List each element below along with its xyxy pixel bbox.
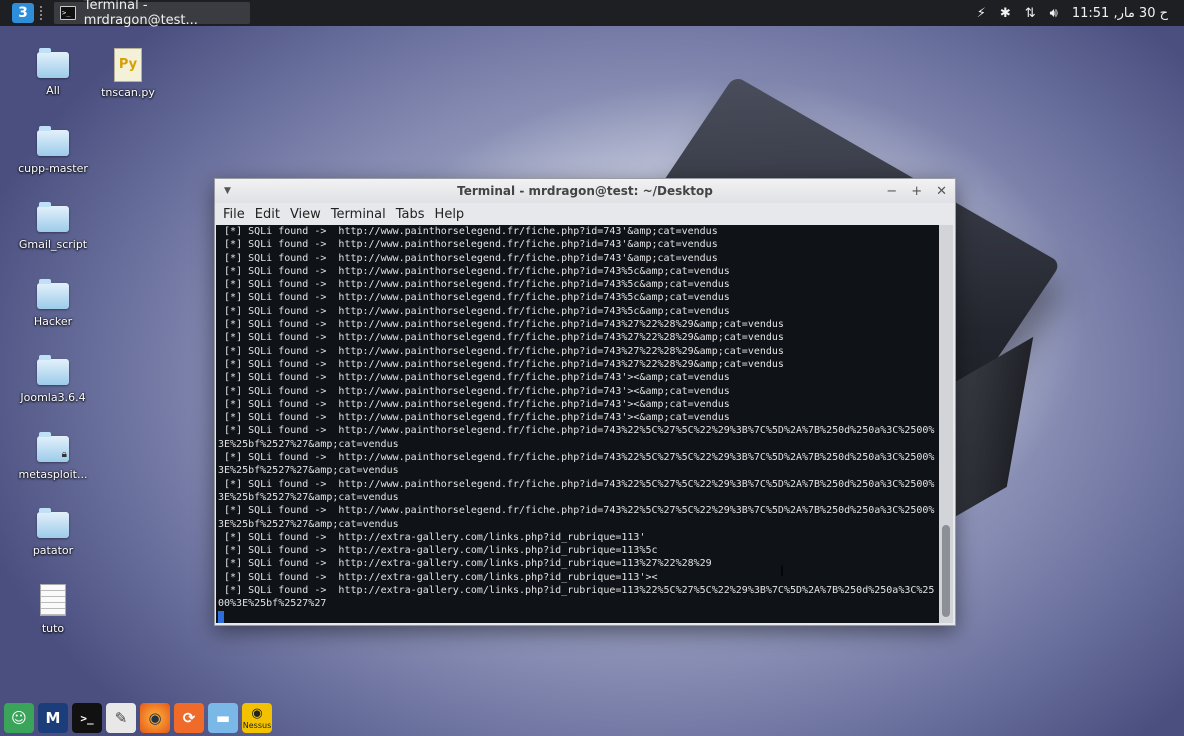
nessus-icon[interactable]: ◉ Nessus: [242, 703, 272, 733]
terminal-line: [*] SQLi found -> http://extra-gallery.c…: [224, 531, 646, 543]
terminal-line: [*] SQLi found -> http://www.painthorsel…: [224, 398, 730, 410]
menu-help[interactable]: Help: [435, 207, 465, 222]
terminal-icon: >_: [60, 6, 76, 20]
terminal-line: [*] SQLi found -> http://www.painthorsel…: [224, 332, 784, 344]
terminal-line: [*] SQLi found -> http://www.painthorsel…: [224, 305, 730, 317]
scrollbar-thumb[interactable]: [942, 525, 950, 617]
bottom-dock: ☺ M >_ ✎ ◉ ⟳ ▬ ◉ Nessus: [0, 700, 272, 736]
top-panel: 3 >_ Terminal - mrdragon@test... ⚡ ✱ ⇅ 🔊…: [0, 0, 1184, 28]
terminal-line: [*] SQLi found -> http://www.painthorsel…: [224, 345, 784, 357]
terminal-window[interactable]: ▼ Terminal - mrdragon@test: ~/Desktop − …: [214, 178, 956, 626]
minimize-icon[interactable]: −: [886, 184, 897, 199]
desktop-icon-label: Joomla3.6.4: [20, 391, 86, 404]
update-icon[interactable]: ⟳: [174, 703, 204, 733]
locked-folder-icon: 🔒︎: [37, 432, 69, 462]
terminal-line: [*] SQLi found -> http://www.painthorsel…: [224, 319, 784, 331]
desktop-icon-gmail-script[interactable]: Gmail_script: [8, 202, 98, 251]
desktop-icon-patator[interactable]: patator: [8, 508, 98, 557]
text-cursor: [218, 610, 224, 623]
folder-icon: [37, 508, 69, 538]
terminal-line: [*] SQLi found -> http://www.painthorsel…: [224, 385, 730, 397]
desktop-icon-metasploit[interactable]: 🔒︎ metasploit...: [8, 432, 98, 481]
terminal-line: [*] SQLi found -> http://www.painthorsel…: [218, 478, 935, 503]
desktop-icon-cupp-master[interactable]: cupp-master: [8, 126, 98, 175]
terminal-line: [*] SQLi found -> http://www.painthorsel…: [218, 425, 935, 450]
file-manager-icon[interactable]: ▬: [208, 703, 238, 733]
folder-icon: [37, 355, 69, 385]
app-menu-button[interactable]: 3: [12, 3, 34, 23]
lock-icon: 🔒︎: [61, 449, 67, 460]
terminal-line: [*] SQLi found -> http://www.painthorsel…: [224, 226, 718, 237]
avatar-icon[interactable]: ☺: [4, 703, 34, 733]
desktop-icon-tnscan[interactable]: Py tnscan.py: [83, 48, 173, 99]
network-icon[interactable]: ⇅: [1025, 6, 1036, 21]
python-file-icon: Py: [114, 48, 142, 82]
menu-tabs[interactable]: Tabs: [396, 207, 425, 222]
panel-grip-icon: [40, 6, 46, 20]
desktop-icon-joomla[interactable]: Joomla3.6.4: [8, 355, 98, 404]
desktop-icon-label: metasploit...: [18, 468, 88, 481]
terminal-line: [*] SQLi found -> http://www.painthorsel…: [224, 358, 784, 370]
terminal-line: [*] SQLi found -> http://www.painthorsel…: [218, 452, 935, 477]
desktop-icon-label: tnscan.py: [101, 86, 155, 99]
folder-icon: [37, 279, 69, 309]
power-icon[interactable]: ⚡: [977, 6, 986, 21]
firefox-icon[interactable]: ◉: [140, 703, 170, 733]
eye-icon: ◉: [251, 706, 263, 721]
window-menu-icon[interactable]: ▼: [224, 186, 231, 196]
desktop-icon-hacker[interactable]: Hacker: [8, 279, 98, 328]
folder-icon: [37, 202, 69, 232]
folder-icon: [37, 48, 69, 78]
window-title: Terminal - mrdragon@test: ~/Desktop: [457, 184, 713, 198]
folder-icon: [37, 126, 69, 156]
terminal-line: [*] SQLi found -> http://www.painthorsel…: [224, 279, 730, 291]
terminal-line: [*] SQLi found -> http://extra-gallery.c…: [224, 571, 658, 583]
metasploit-icon[interactable]: M: [38, 703, 68, 733]
menu-view[interactable]: View: [290, 207, 321, 222]
terminal-line: [*] SQLi found -> http://extra-gallery.c…: [224, 558, 712, 570]
clock[interactable]: ح 30 مار, 11:51: [1072, 6, 1168, 21]
bluetooth-icon[interactable]: ✱: [1000, 6, 1011, 21]
menu-file[interactable]: File: [223, 207, 245, 222]
terminal-line: [*] SQLi found -> http://www.painthorsel…: [224, 372, 730, 384]
terminal-line: [*] SQLi found -> http://www.painthorsel…: [224, 292, 730, 304]
terminal-line: [*] SQLi found -> http://extra-gallery.c…: [218, 585, 935, 610]
terminal-output[interactable]: [*] SQLi found -> http://www.painthorsel…: [216, 225, 939, 623]
terminal-line: [*] SQLi found -> http://www.painthorsel…: [224, 239, 718, 251]
desktop-icon-label: tuto: [41, 622, 65, 635]
menu-terminal[interactable]: Terminal: [331, 207, 386, 222]
terminal-line: [*] SQLi found -> http://www.painthorsel…: [224, 265, 730, 277]
menu-edit[interactable]: Edit: [255, 207, 280, 222]
taskbar-terminal-label: Terminal - mrdragon@test...: [83, 0, 198, 28]
terminal-line: [*] SQLi found -> http://www.painthorsel…: [224, 412, 730, 424]
text-editor-icon[interactable]: ✎: [106, 703, 136, 733]
desktop-icon-tuto[interactable]: tuto: [8, 584, 98, 635]
terminal-line: [*] SQLi found -> http://www.painthorsel…: [218, 505, 935, 530]
close-icon[interactable]: ✕: [936, 184, 947, 199]
terminal-line: [*] SQLi found -> http://extra-gallery.c…: [224, 545, 658, 557]
terminal-title-bar[interactable]: ▼ Terminal - mrdragon@test: ~/Desktop − …: [215, 179, 955, 203]
desktop-icon-label: cupp-master: [18, 162, 88, 175]
terminal-scrollbar[interactable]: [939, 225, 953, 623]
text-file-icon: [40, 584, 66, 616]
terminal-menubar: File Edit View Terminal Tabs Help: [215, 203, 955, 225]
ibeam-cursor-icon: Ⅰ: [780, 564, 785, 580]
terminal-line: [*] SQLi found -> http://www.painthorsel…: [224, 252, 718, 264]
nessus-label: Nessus: [242, 721, 272, 730]
terminal-icon[interactable]: >_: [72, 703, 102, 733]
volume-icon[interactable]: 🔊︎: [1050, 6, 1058, 21]
desktop-icon-label: Hacker: [33, 315, 73, 328]
maximize-icon[interactable]: +: [911, 184, 922, 199]
desktop-icon-label: patator: [32, 544, 74, 557]
taskbar-terminal-button[interactable]: >_ Terminal - mrdragon@test...: [54, 0, 250, 28]
system-tray: ⚡ ✱ ⇅ 🔊︎ ح 30 مار, 11:51: [977, 6, 1168, 21]
desktop-icon-label: Gmail_script: [18, 238, 88, 251]
terminal-text: [*] SQLi found -> http://www.painthorsel…: [216, 225, 939, 623]
